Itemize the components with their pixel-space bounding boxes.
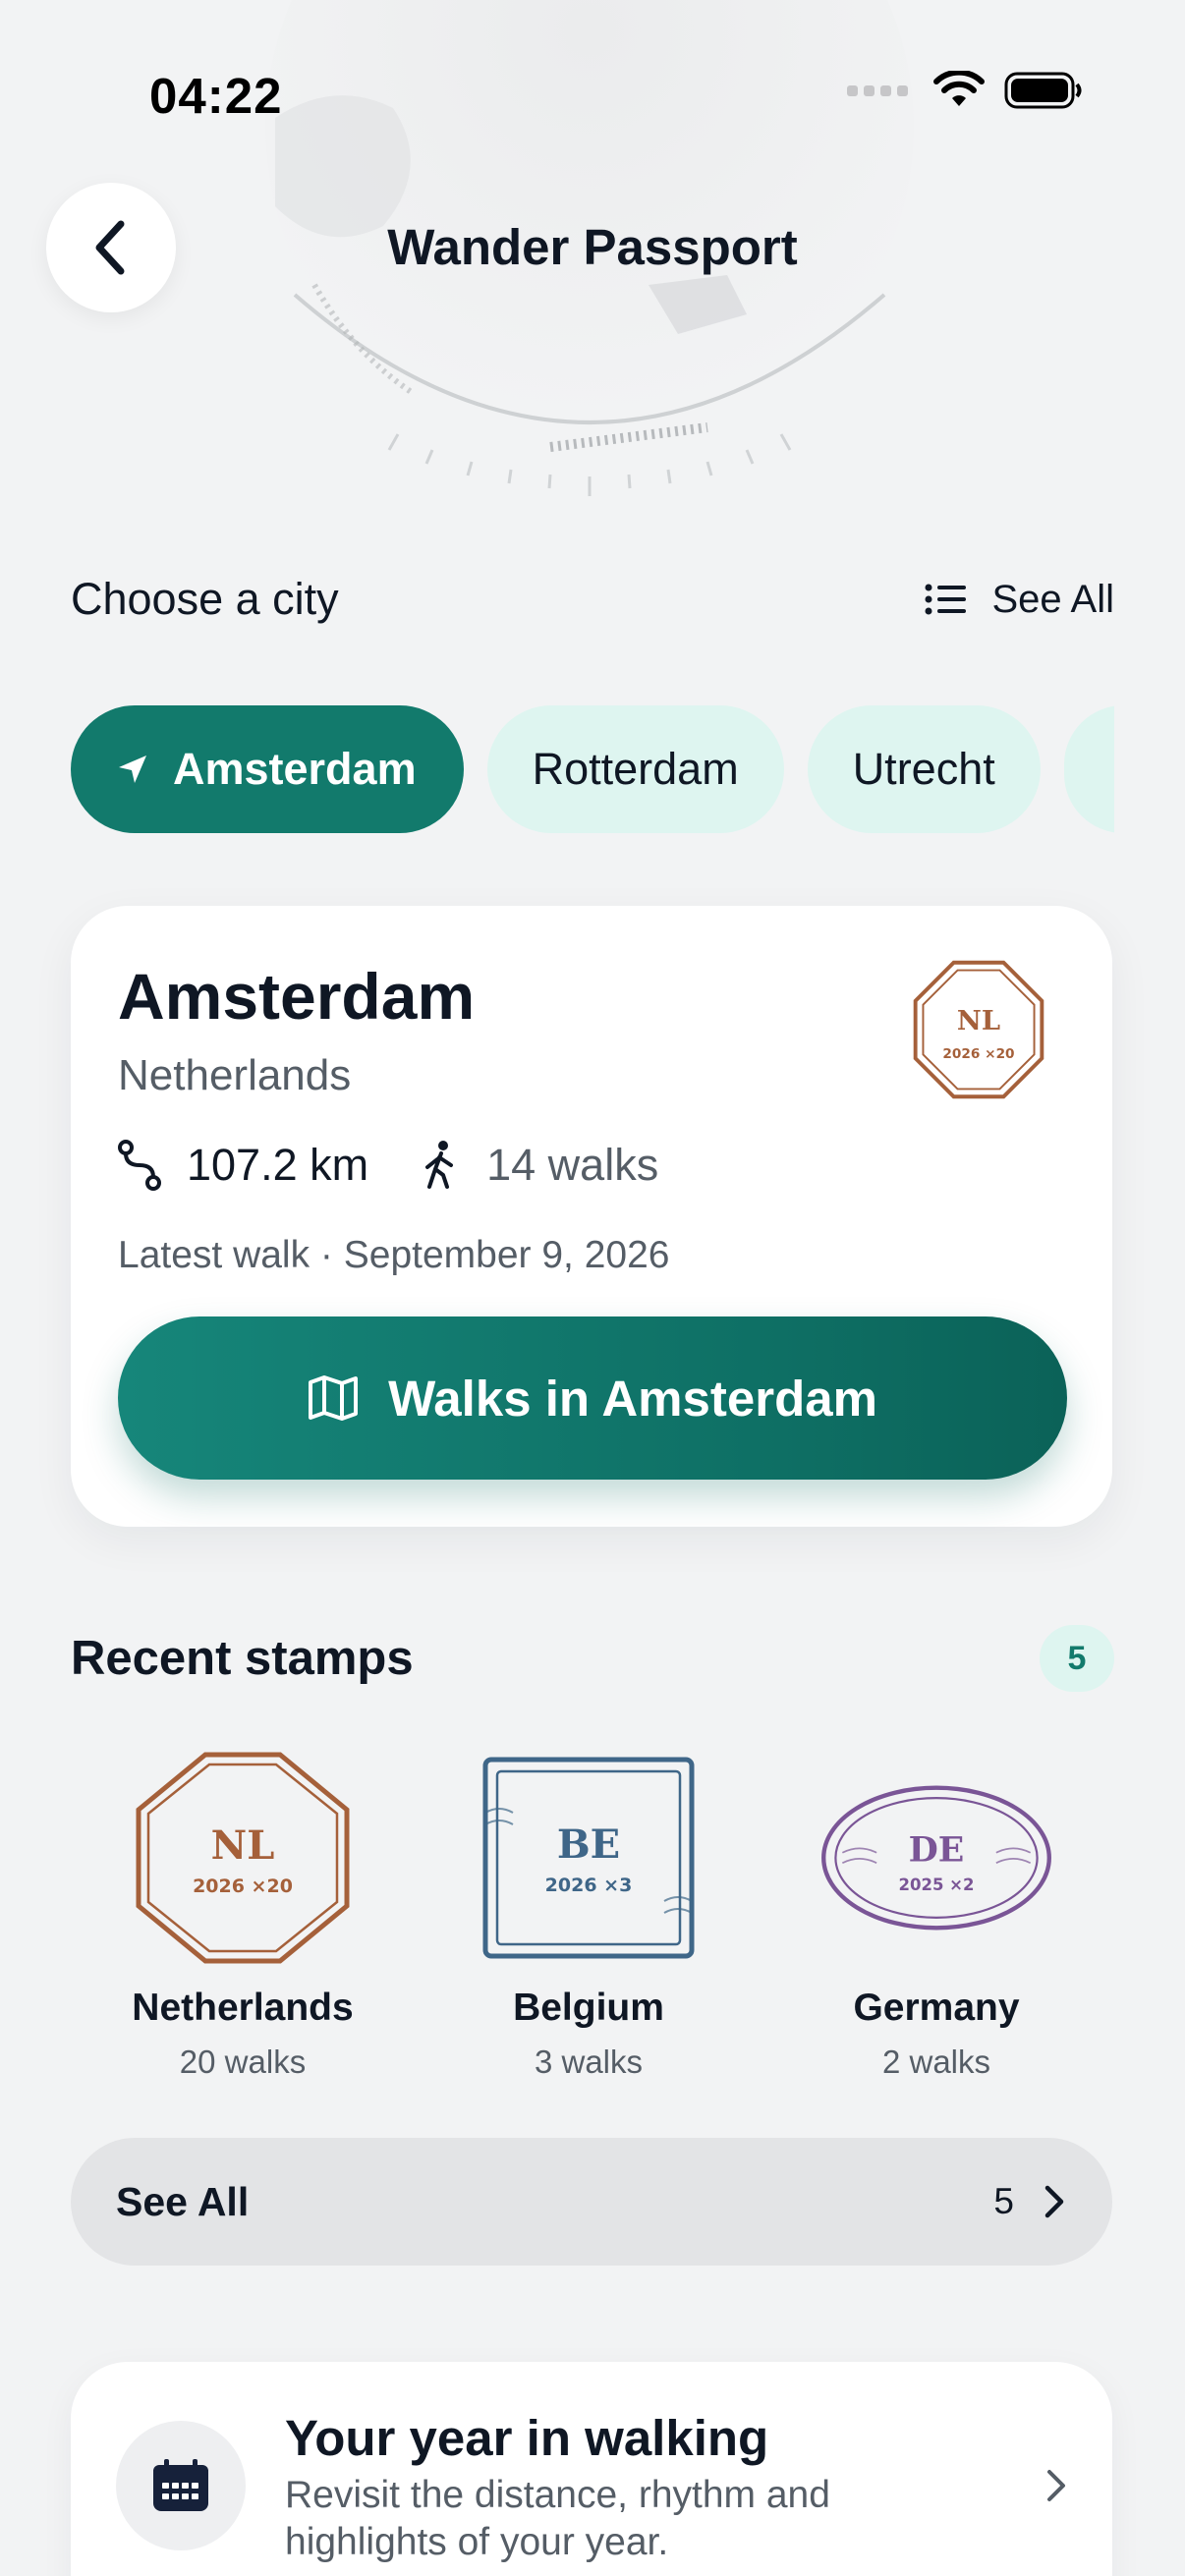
city-name: Amsterdam — [118, 960, 476, 1033]
calendar-icon-wrap — [116, 2421, 246, 2550]
page-title: Wander Passport — [387, 219, 798, 275]
see-all-label: See All — [991, 577, 1114, 621]
walking-icon — [425, 1141, 454, 1189]
stamps-count-badge: 5 — [1040, 1625, 1114, 1692]
city-stats: 107.2 km 14 walks — [118, 1140, 658, 1191]
stamp-germany[interactable]: DE 2025 ×2 Germany 2 walks — [762, 1749, 1110, 2081]
status-icons — [847, 71, 1083, 110]
chip-more[interactable] — [1063, 705, 1114, 833]
stamp-walks-count: 3 walks — [534, 2044, 644, 2080]
distance-value: 107.2 km — [187, 1140, 369, 1190]
svg-text:NL: NL — [957, 1005, 1000, 1036]
status-bar: 04:22 — [0, 0, 1185, 187]
svg-text:DE: DE — [909, 1829, 965, 1870]
stamp-walks-count: 20 walks — [179, 2044, 307, 2080]
city-section-header: Choose a city See All — [71, 574, 1114, 625]
route-icon — [118, 1140, 161, 1191]
see-all-stamps-count: 5 — [993, 2181, 1014, 2221]
city-country: Netherlands — [118, 1051, 352, 1099]
walks-count: 14 walks — [486, 1140, 659, 1190]
svg-text:2026 ×3: 2026 ×3 — [545, 1875, 633, 1896]
stamp-belgium[interactable]: BE 2026 ×3 Belgium 3 walks — [415, 1749, 762, 2081]
stamp-walks-count: 2 walks — [881, 2044, 991, 2080]
choose-city-label: Choose a city — [71, 574, 339, 624]
chip-label: Rotterdam — [532, 744, 739, 794]
cellular-signal-icon — [847, 84, 908, 96]
battery-icon — [1004, 72, 1082, 109]
city-chips: Amsterdam Rotterdam Utrecht — [71, 705, 1114, 835]
latest-walk: Latest walk · September 9, 2026 — [118, 1234, 670, 1276]
be-stamp-icon: BE 2026 ×3 — [482, 1757, 695, 1959]
chip-utrecht[interactable]: Utrecht — [807, 705, 1041, 833]
year-in-walking-card[interactable]: Your year in walking Revisit the distanc… — [71, 2362, 1112, 2576]
list-icon — [925, 584, 967, 615]
walks-in-city-button[interactable]: Walks in Amsterdam — [118, 1316, 1067, 1480]
recent-stamps-title: Recent stamps — [71, 1632, 414, 1685]
map-icon — [309, 1375, 359, 1421]
chip-label: Utrecht — [852, 744, 995, 794]
svg-text:BE: BE — [557, 1821, 620, 1868]
svg-text:NL: NL — [211, 1822, 275, 1869]
stamp-country-name: Belgium — [513, 1987, 664, 2029]
calendar-icon — [153, 2459, 208, 2511]
city-card: Amsterdam Netherlands NL 2026 ×20 107.2 … — [71, 906, 1112, 1527]
de-stamp-icon: DE 2025 ×2 — [821, 1785, 1051, 1931]
svg-text:2025 ×2: 2025 ×2 — [898, 1876, 974, 1894]
year-card-subtitle: Revisit the distance, rhythm and highlig… — [285, 2474, 830, 2563]
recent-stamps-header: Recent stamps 5 — [71, 1625, 1114, 1692]
stamp-country-name: Netherlands — [132, 1987, 354, 2029]
location-arrow-icon — [119, 756, 146, 783]
nl-stamp-icon: NL 2026 ×20 — [913, 960, 1044, 1099]
stamp-netherlands[interactable]: NL 2026 ×20 Netherlands 20 walks — [71, 1749, 415, 2081]
chevron-right-icon — [1047, 2470, 1065, 2501]
chip-amsterdam[interactable]: Amsterdam — [71, 705, 464, 833]
svg-text:2026 ×20: 2026 ×20 — [942, 1046, 1014, 1062]
year-card-title: Your year in walking — [285, 2410, 769, 2466]
see-all-stamps-label: See All — [116, 2178, 250, 2224]
chip-rotterdam[interactable]: Rotterdam — [486, 705, 784, 833]
nl-stamp-icon: NL 2026 ×20 — [136, 1752, 350, 1964]
svg-text:2026 ×20: 2026 ×20 — [193, 1876, 293, 1897]
stamps-row: NL 2026 ×20 Netherlands 20 walks BE 2026… — [71, 1749, 1114, 2081]
wifi-icon — [933, 71, 985, 106]
status-time: 04:22 — [149, 68, 283, 124]
chip-label: Amsterdam — [173, 744, 417, 794]
see-all-stamps-button[interactable]: See All 5 — [71, 2138, 1112, 2266]
chevron-right-icon — [1044, 2185, 1064, 2218]
see-all-cities-link[interactable]: See All — [925, 578, 1114, 622]
walks-button-label: Walks in Amsterdam — [388, 1370, 877, 1427]
stamp-country-name: Germany — [853, 1987, 1020, 2029]
